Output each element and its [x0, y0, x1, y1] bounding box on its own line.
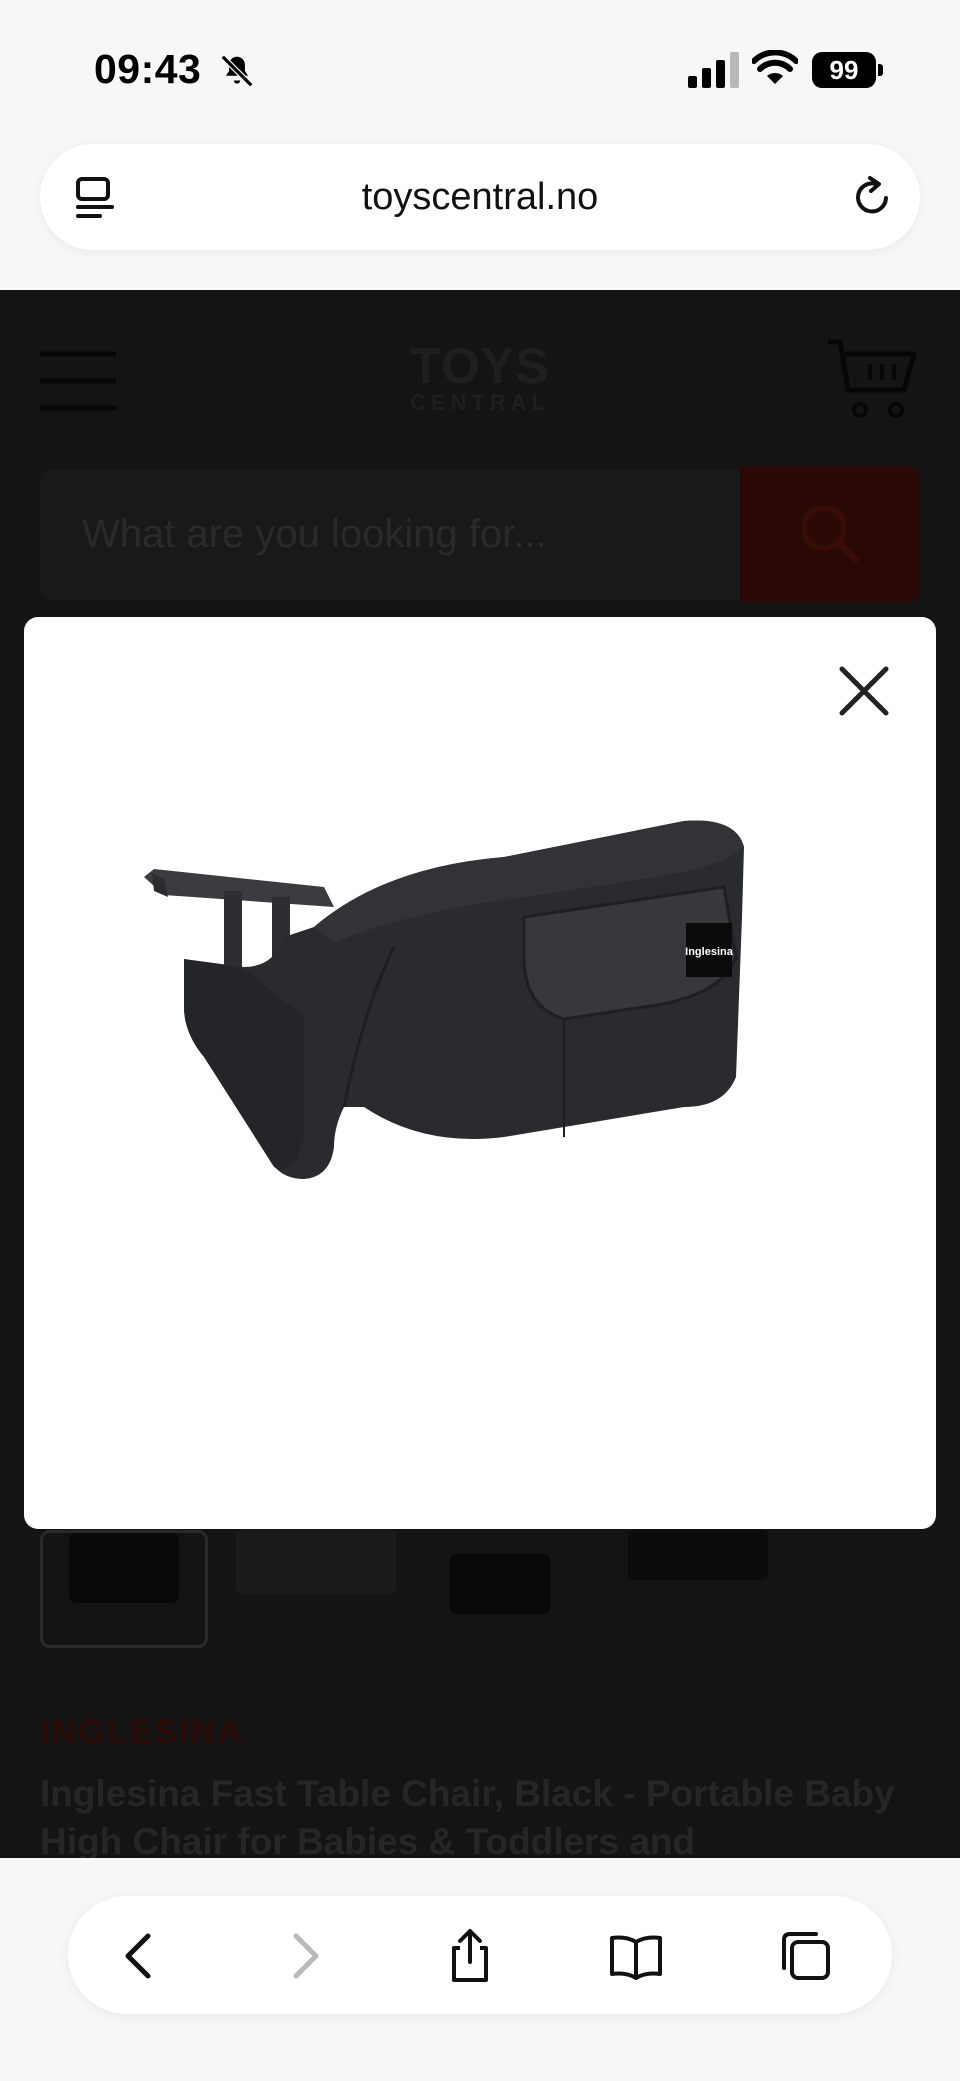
thumbnail-2[interactable]: [236, 1530, 396, 1640]
status-bar: 09:43 99: [0, 0, 960, 140]
search-icon: [801, 505, 859, 563]
book-icon: [610, 1935, 662, 1980]
cellular-signal-icon: [688, 52, 739, 88]
hamburger-menu-icon[interactable]: [38, 350, 118, 412]
battery-indicator: 99: [812, 52, 876, 88]
share-icon: [452, 1929, 488, 1982]
url-text[interactable]: toyscentral.no: [40, 176, 920, 219]
brand-label: Inglesina: [685, 946, 734, 958]
tabs-icon: [782, 1932, 830, 1980]
address-bar[interactable]: toyscentral.no: [40, 144, 920, 250]
reload-icon[interactable]: [850, 174, 896, 220]
bookmarks-button[interactable]: [608, 1928, 664, 1984]
wifi-icon: [752, 50, 798, 84]
product-brand[interactable]: INGLESINA: [40, 1713, 243, 1752]
search-input[interactable]: What are you looking for...: [40, 470, 740, 600]
browser-address-area: toyscentral.no: [0, 140, 960, 290]
forward-button[interactable]: [276, 1928, 332, 1984]
close-icon[interactable]: [832, 659, 896, 723]
thumbnail-1[interactable]: [40, 1530, 208, 1648]
cart-icon[interactable]: [826, 338, 918, 420]
forward-icon: [293, 1933, 319, 1979]
search-placeholder: What are you looking for...: [82, 512, 547, 556]
image-lightbox-modal: Inglesina: [24, 617, 936, 1529]
tabs-button[interactable]: [776, 1928, 832, 1984]
product-title: Inglesina Fast Table Chair, Black - Port…: [40, 1773, 895, 1858]
thumbnail-4[interactable]: [628, 1530, 768, 1640]
logo-text-bottom: CENTRAL: [409, 390, 551, 415]
product-thumbnails: [0, 1530, 960, 1650]
battery-tip: [878, 64, 883, 76]
site-logo[interactable]: TOYS CENTRAL: [400, 338, 560, 432]
logo-text-top: TOYS: [410, 338, 550, 394]
bell-muted-icon: [220, 54, 254, 88]
product-image: Inglesina: [144, 820, 744, 1179]
browser-toolbar: [68, 1896, 892, 2014]
thumbnail-3[interactable]: [450, 1530, 560, 1640]
status-time: 09:43: [94, 46, 202, 92]
back-icon: [125, 1933, 151, 1979]
search-button[interactable]: [740, 466, 920, 602]
back-button[interactable]: [112, 1928, 168, 1984]
browser-toolbar-area: [0, 1858, 960, 2081]
share-button[interactable]: [442, 1928, 498, 1984]
